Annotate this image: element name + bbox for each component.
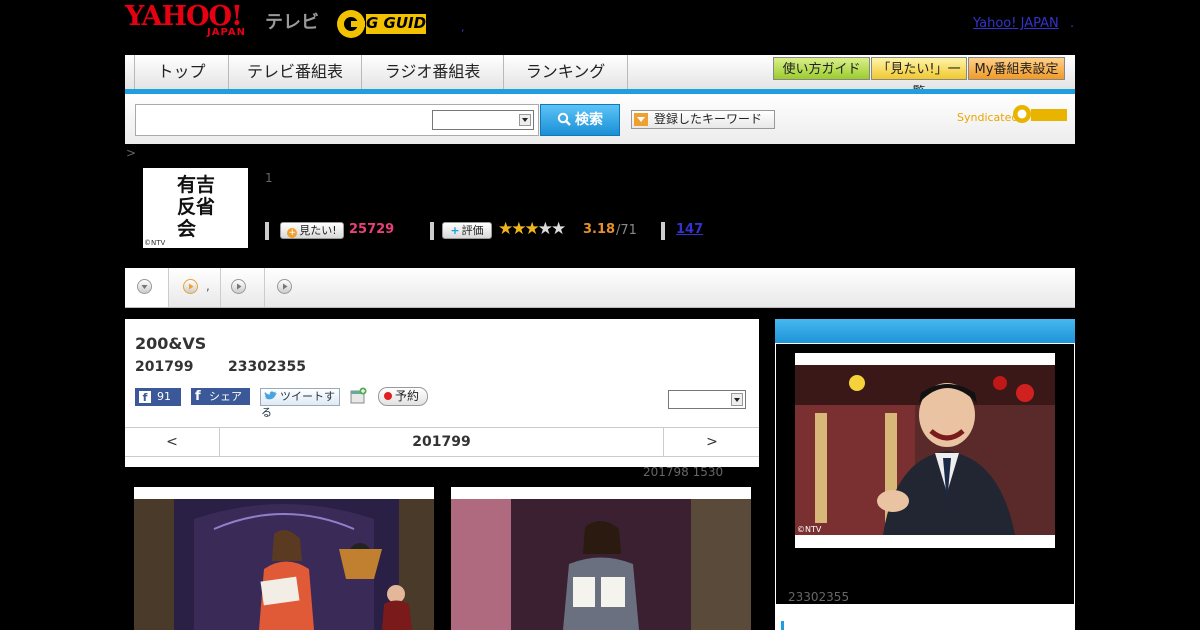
- pager-prev-button[interactable]: <: [125, 428, 220, 456]
- record-icon: [384, 392, 392, 400]
- subtab-3[interactable]: [221, 268, 265, 307]
- subtab-2[interactable]: ,: [169, 268, 221, 307]
- thumb-credit: ©NTV: [144, 239, 166, 247]
- pager-current-date: 201799: [412, 434, 471, 450]
- mitai-label: 見たい!: [299, 224, 337, 237]
- rating-value: 3.18: [583, 222, 616, 237]
- facebook-icon: f: [195, 389, 201, 404]
- stat-separator: [661, 222, 665, 240]
- stat-separator: [430, 222, 434, 240]
- mitai-count: 25729: [349, 222, 395, 237]
- nav-tab-radio-listings[interactable]: ラジオ番組表: [362, 55, 504, 89]
- header-separator: ,: [461, 21, 465, 34]
- facebook-share-button[interactable]: f シェア: [191, 388, 250, 405]
- comment-count-link[interactable]: 147: [676, 222, 703, 237]
- star-icon: ★: [537, 219, 553, 239]
- sidebar-photo[interactable]: ©NTV: [795, 353, 1055, 548]
- program-thumbnail[interactable]: 有吉反省会 ©NTV: [143, 168, 248, 248]
- facebook-share-label: シェア: [209, 390, 242, 403]
- rating-count: /71: [616, 223, 637, 238]
- presenter-scene-image: [451, 499, 751, 630]
- episode-select[interactable]: [668, 390, 746, 409]
- usage-guide-button[interactable]: 使い方ガイド: [773, 57, 870, 80]
- program-title-calligraphy: 有吉反省会: [177, 174, 216, 240]
- sidebar-bottom-box: [775, 605, 1075, 630]
- reserve-button[interactable]: 予約: [378, 387, 428, 406]
- sidebar-header: [775, 319, 1075, 343]
- nav-tab-top[interactable]: トップ: [135, 55, 229, 89]
- my-listings-settings-button[interactable]: My番組表設定: [968, 57, 1065, 80]
- mitai-button[interactable]: + 見たい!: [280, 222, 344, 239]
- twitter-bird-icon: [264, 391, 277, 400]
- mitai-list-button[interactable]: 「見たい!」一覧: [871, 57, 967, 100]
- search-icon: [557, 112, 571, 126]
- episode-time: 23302355: [228, 359, 306, 375]
- sidebar-photo-credit: ©NTV: [797, 525, 822, 534]
- arrow-down-icon: [634, 113, 648, 126]
- yahoo-japan-link[interactable]: Yahoo! JAPAN: [973, 16, 1059, 31]
- nav-spacer: [125, 55, 135, 89]
- search-category-select[interactable]: [432, 110, 534, 130]
- episode-photo-1[interactable]: [134, 487, 434, 630]
- star-icon: ★: [524, 219, 540, 239]
- star-icon: ★: [511, 219, 526, 239]
- plus-icon: +: [287, 228, 298, 238]
- broadcast-info: 201798 1530: [643, 465, 724, 479]
- star-icon: ★: [551, 219, 566, 239]
- chevron-down-icon: [519, 114, 531, 126]
- subtab-4[interactable]: [265, 268, 309, 307]
- syndicated-label: Syndicated: [957, 111, 1019, 124]
- search-button-label: 検索: [575, 112, 603, 128]
- gguide-logo-text: G GUIDE: [366, 14, 437, 32]
- reserve-label: 予約: [395, 389, 420, 403]
- breadcrumb: >: [126, 146, 137, 160]
- episode-pager: < 201799 >: [125, 427, 759, 457]
- facebook-like-button[interactable]: f 91: [135, 388, 181, 406]
- nav-tab-ranking[interactable]: ランキング: [504, 55, 628, 89]
- nav-tab-tv-listings[interactable]: テレビ番組表: [229, 55, 362, 89]
- facebook-count: 91: [157, 390, 171, 403]
- chevron-down-icon: [731, 393, 743, 406]
- host-laughing-image: [795, 365, 1055, 535]
- star-icon: ★: [498, 219, 513, 239]
- registered-keywords-button[interactable]: 登録したキーワード: [631, 110, 775, 129]
- stat-separator: [265, 222, 269, 240]
- play-icon: [183, 279, 198, 294]
- calendar-add-icon[interactable]: [350, 387, 367, 404]
- episode-number: 1: [265, 171, 273, 185]
- stage-scene-image: [134, 499, 434, 630]
- episode-photo-2[interactable]: [451, 487, 751, 630]
- registered-keywords-label: 登録したキーワード: [654, 112, 763, 126]
- main-navigation: トップ テレビ番組表 ラジオ番組表 ランキング 使い方ガイド 「見たい!」一覧 …: [125, 55, 1075, 100]
- pager-next-button[interactable]: >: [663, 428, 760, 456]
- tv-logo-text: テレビ: [265, 12, 319, 33]
- sidebar-accent-bar: [781, 621, 784, 630]
- rate-label: 評価: [461, 224, 484, 237]
- episode-date: 201799: [135, 359, 194, 375]
- rate-button[interactable]: + 評価: [442, 222, 492, 239]
- rating-stars: ★★★★★: [498, 219, 566, 239]
- chevron-down-icon: [137, 279, 152, 294]
- facebook-icon: f: [139, 391, 151, 404]
- syndicated-gguide-logo: [1013, 105, 1067, 123]
- tweet-button[interactable]: ツイートする: [260, 388, 340, 419]
- plus-icon: +: [450, 224, 460, 237]
- episode-title: 200&VS: [135, 334, 207, 353]
- subtab-2-text: ,: [206, 279, 210, 293]
- play-icon: [231, 279, 246, 294]
- program-subtabs: ,: [125, 268, 1075, 308]
- subtab-1[interactable]: [125, 268, 169, 307]
- search-button[interactable]: 検索: [540, 104, 620, 136]
- japan-logo-text: JAPAN: [207, 27, 246, 38]
- header-separator-right: .: [1070, 16, 1075, 31]
- play-icon: [277, 279, 292, 294]
- sidebar-time: 23302355: [788, 590, 850, 604]
